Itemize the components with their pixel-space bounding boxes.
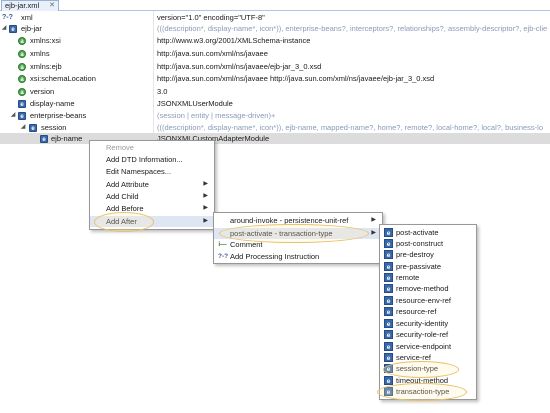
editor-tab[interactable]: ejb-jar.xml ✕ (1, 0, 59, 11)
menu-item-service-endpoint[interactable]: e service-endpoint (380, 341, 476, 352)
element-icon: e (384, 353, 393, 362)
menu-item-security-role-ref[interactable]: e security-role-ref (380, 329, 476, 340)
submenu-arrow-icon: ▶ (203, 205, 208, 211)
menu-item-remove[interactable]: Remove (90, 142, 214, 153)
submenu-arrow-icon: ▶ (203, 181, 208, 187)
menu-item-post-activate-element[interactable]: e post-activate (380, 227, 476, 238)
expanded-arrow-icon[interactable]: ◢ (20, 124, 26, 130)
menu-item-resource-env-ref[interactable]: e resource-env-ref (380, 295, 476, 306)
tree-row-session[interactable]: ◢ e session (((description*, display-nam… (0, 122, 550, 133)
tree-row-enterprise-beans[interactable]: ◢ e enterprise-beans (session | entity |… (0, 110, 550, 121)
attribute-icon: a (18, 36, 26, 45)
editor-tab-title: ejb-jar.xml (5, 1, 40, 10)
highlight-oval-add-after (94, 212, 154, 232)
element-icon: e (29, 123, 37, 132)
tree-row-xmlns[interactable]: a xmlns http://java.sun.com/xml/ns/javae… (0, 48, 550, 59)
highlight-oval-transaction-type (377, 383, 467, 401)
element-icon: e (18, 111, 26, 120)
expanded-arrow-icon[interactable]: ◢ (1, 25, 7, 31)
element-icon: e (384, 342, 393, 351)
menu-item-edit-namespaces[interactable]: Edit Namespaces... (90, 166, 214, 177)
attribute-icon: a (18, 87, 26, 96)
element-icon: e (384, 284, 393, 293)
element-icon: e (384, 228, 393, 237)
tree-row-xsi-schema-location[interactable]: a xsi:schemaLocation http://java.sun.com… (0, 73, 550, 84)
editor-tab-bar: ejb-jar.xml ✕ (0, 0, 550, 11)
tree-row-ejb-jar[interactable]: ◢ e ejb-jar (((description*, display-nam… (0, 23, 550, 34)
element-icon: e (384, 319, 393, 328)
processing-instruction-icon: ?-? (218, 253, 229, 260)
element-icon: e (384, 376, 393, 385)
processing-instruction-icon: ?-? (2, 13, 13, 21)
element-icon: e (384, 239, 393, 248)
menu-item-pre-destroy[interactable]: e pre-destroy (380, 249, 476, 260)
highlight-oval-session-type (383, 361, 459, 378)
element-icon: e (384, 330, 393, 339)
expanded-arrow-icon[interactable]: ◢ (10, 112, 16, 118)
tree-row-ejb-name[interactable]: e ejb-name JSONXMLCustomAdapterModule (0, 133, 550, 144)
tree-row-version[interactable]: a version 3.0 (0, 86, 550, 97)
tree-row-xml[interactable]: ?-? xml version="1.0" encoding="UTF-8" (0, 12, 550, 23)
tree-row-xmlns-xsi[interactable]: a xmlns:xsi http://www.w3.org/2001/XMLSc… (0, 35, 550, 46)
menu-item-resource-ref[interactable]: e resource-ref (380, 306, 476, 317)
attribute-icon: a (18, 49, 26, 58)
menu-item-post-construct[interactable]: e post-construct (380, 238, 476, 249)
tree-row-xmlns-ejb[interactable]: a xmlns:ejb http://java.sun.com/xml/ns/j… (0, 61, 550, 72)
element-icon: e (384, 250, 393, 259)
element-icon: e (9, 24, 17, 33)
menu-item-security-identity[interactable]: e security-identity (380, 318, 476, 329)
menu-item-pre-passivate[interactable]: e pre-passivate (380, 261, 476, 272)
submenu-arrow-icon: ▶ (203, 218, 208, 224)
menu-item-remove-method[interactable]: e remove-method (380, 283, 476, 294)
element-icon: e (40, 134, 48, 143)
menu-item-remote[interactable]: e remote (380, 272, 476, 283)
menu-item-add-child[interactable]: Add Child ▶ (90, 191, 214, 202)
element-icon: e (384, 262, 393, 271)
menu-item-add-processing-instruction[interactable]: ?-? Add Processing Instruction (214, 251, 382, 262)
element-icon: e (384, 273, 393, 282)
tree-row-display-name[interactable]: e display-name JSONXMLUserModule (0, 98, 550, 109)
menu-item-add-attribute[interactable]: Add Attribute ▶ (90, 179, 214, 190)
close-icon[interactable]: ✕ (49, 1, 55, 11)
element-icon: e (384, 307, 393, 316)
element-icon: e (18, 99, 26, 108)
submenu-arrow-icon: ▶ (203, 193, 208, 199)
menu-item-add-dtd-information[interactable]: Add DTD Information... (90, 154, 214, 165)
attribute-icon: a (18, 62, 26, 71)
element-icon: e (384, 296, 393, 305)
submenu-arrow-icon: ▶ (371, 230, 376, 236)
submenu-arrow-icon: ▶ (371, 217, 376, 223)
comment-icon: i— (218, 241, 227, 248)
attribute-icon: a (18, 74, 26, 83)
highlight-oval-post-activate (219, 224, 369, 243)
